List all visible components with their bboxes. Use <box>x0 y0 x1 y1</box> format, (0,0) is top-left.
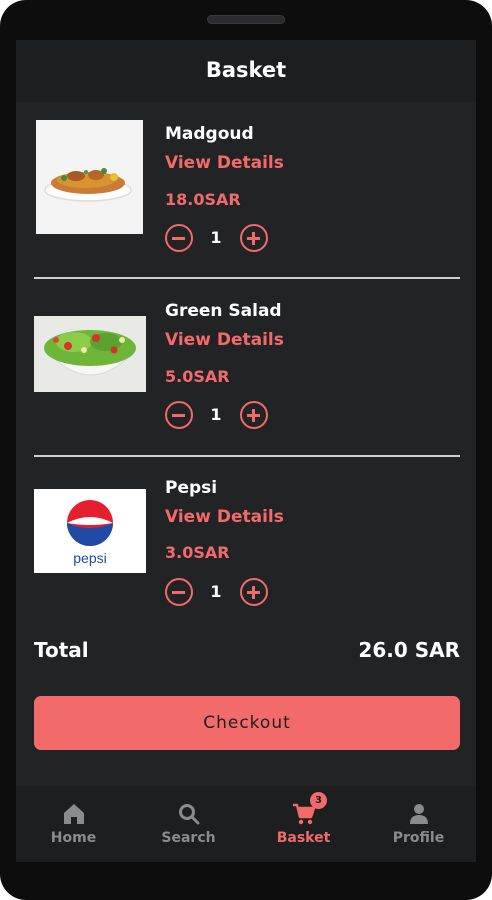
nav-item-basket[interactable]: 3 Basket <box>246 786 361 862</box>
increase-quantity-button[interactable] <box>240 224 268 252</box>
bottom-nav: Home Search 3 Basket Profile <box>16 786 476 862</box>
quantity-value: 1 <box>210 405 222 424</box>
nav-label-home: Home <box>50 830 97 846</box>
nav-label-profile: Profile <box>392 830 445 846</box>
nav-label-search: Search <box>161 830 216 846</box>
item-price: 18.0SAR <box>165 190 241 209</box>
increase-quantity-button[interactable] <box>240 578 268 606</box>
app-screen: Basket Madgoud View Details 18.0SAR 1 Gr… <box>16 40 476 862</box>
divider <box>34 455 460 457</box>
item-name: Pepsi <box>165 478 218 498</box>
madgoud-image <box>36 120 143 234</box>
increase-quantity-button[interactable] <box>240 401 268 429</box>
cart-badge: 3 <box>310 792 327 809</box>
app-header: Basket <box>16 40 476 102</box>
profile-icon <box>410 804 428 824</box>
pepsi-logo-text: pepsi <box>73 550 106 566</box>
total-label: Total <box>34 638 89 662</box>
home-icon <box>64 804 84 824</box>
search-icon <box>179 804 200 825</box>
item-price: 5.0SAR <box>165 367 230 386</box>
view-details-link[interactable]: View Details <box>165 507 284 527</box>
item-name: Green Salad <box>165 301 282 321</box>
view-details-link[interactable]: View Details <box>165 330 284 350</box>
item-name: Madgoud <box>165 124 254 144</box>
phone-speaker <box>207 15 285 24</box>
pepsi-image: pepsi <box>34 489 146 573</box>
nav-item-search[interactable]: Search <box>131 786 246 862</box>
minus-icon <box>172 591 185 594</box>
plus-icon-v <box>252 231 255 245</box>
page-title: Basket <box>205 58 287 82</box>
minus-icon <box>172 414 185 417</box>
view-details-link[interactable]: View Details <box>165 153 284 173</box>
minus-icon <box>172 237 185 240</box>
nav-item-home[interactable]: Home <box>16 786 131 862</box>
item-price: 3.0SAR <box>165 543 230 562</box>
nav-item-profile[interactable]: Profile <box>361 786 476 862</box>
decrease-quantity-button[interactable] <box>165 401 193 429</box>
divider <box>34 277 460 279</box>
nav-label-basket: Basket <box>276 830 331 846</box>
total-value: 26.0 SAR <box>358 638 460 662</box>
green-salad-image <box>34 316 146 392</box>
decrease-quantity-button[interactable] <box>165 224 193 252</box>
decrease-quantity-button[interactable] <box>165 578 193 606</box>
checkout-button[interactable]: Checkout <box>34 696 460 750</box>
phone-frame: Basket Madgoud View Details 18.0SAR 1 Gr… <box>0 0 492 900</box>
quantity-value: 1 <box>210 582 222 601</box>
quantity-value: 1 <box>210 228 222 247</box>
plus-icon-v <box>252 408 255 422</box>
plus-icon-v <box>252 585 255 599</box>
